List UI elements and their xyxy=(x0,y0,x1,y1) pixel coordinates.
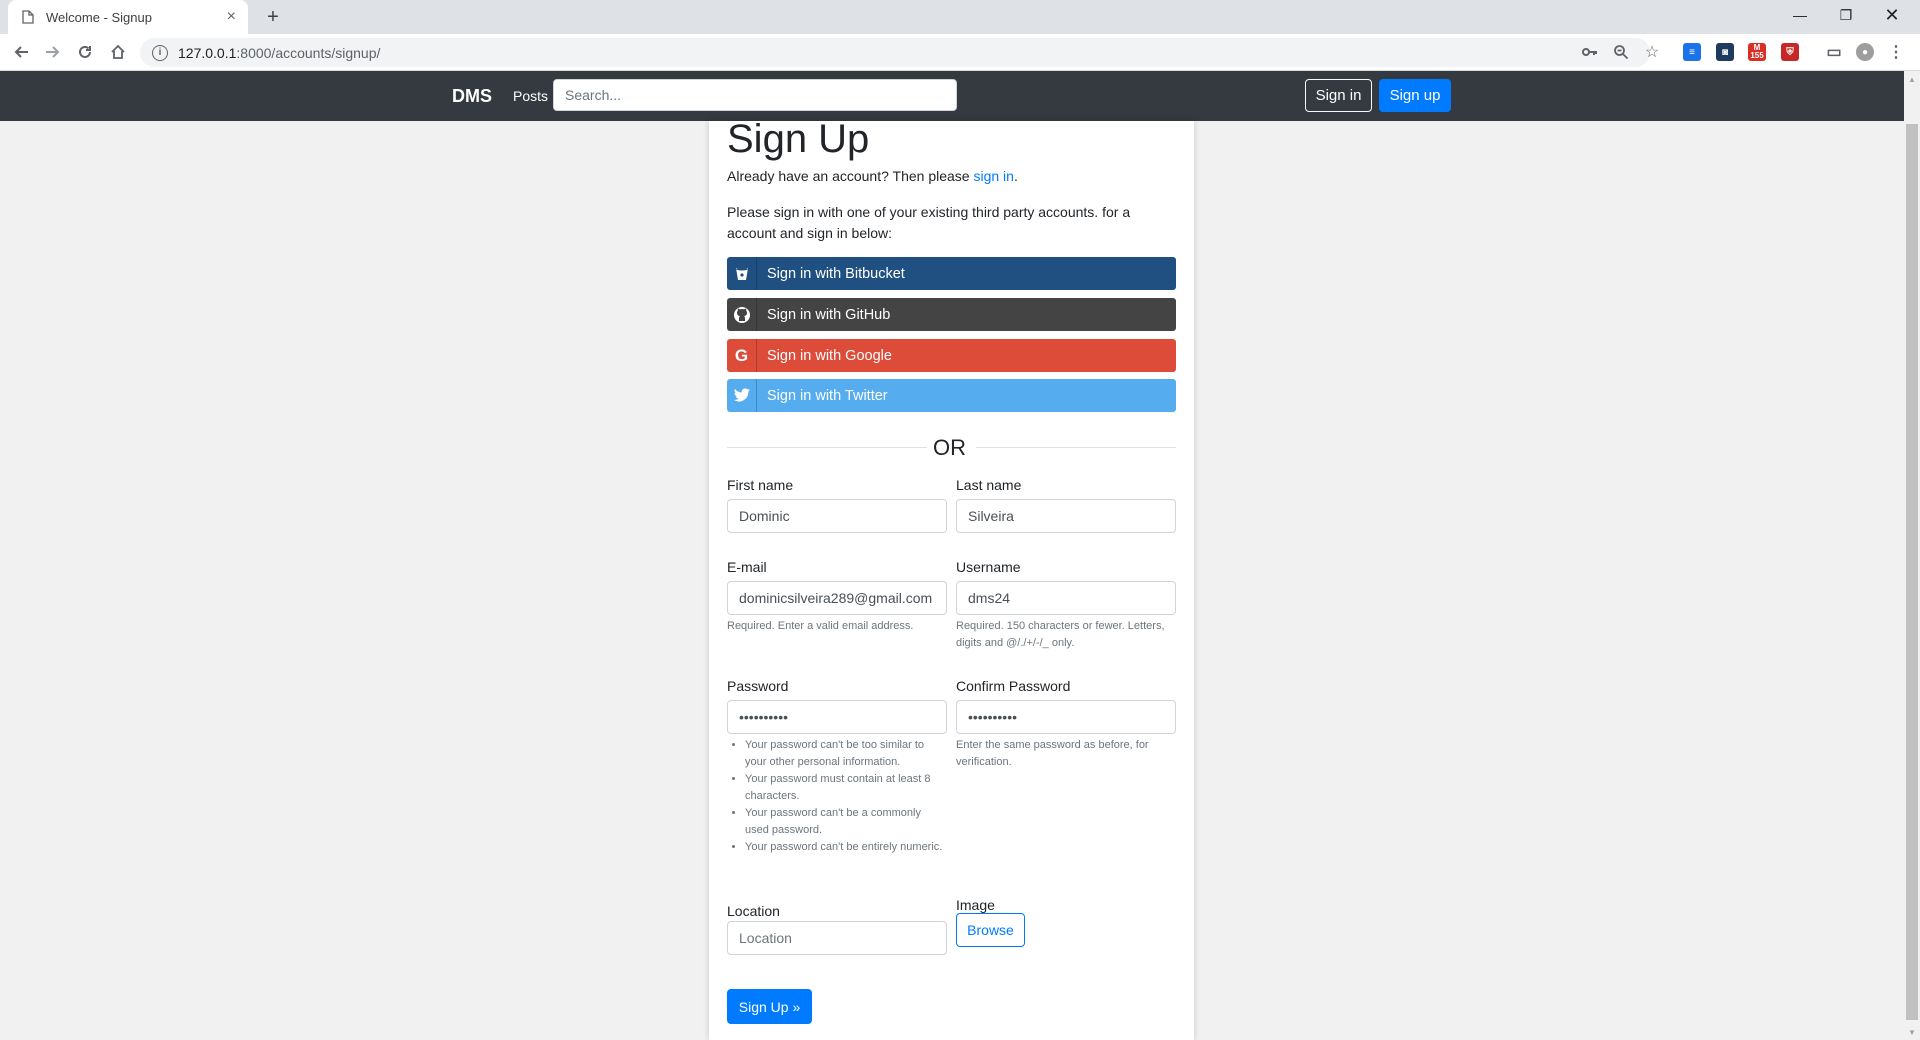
last-name-label: Last name xyxy=(956,477,1022,493)
bitbucket-icon xyxy=(727,257,757,290)
password-help-item: Your password can't be a commonly used p… xyxy=(745,805,947,839)
last-name-field[interactable] xyxy=(956,499,1176,533)
scroll-up-arrow-icon[interactable]: ▲ xyxy=(1904,71,1920,87)
scroll-down-arrow-icon[interactable]: ▼ xyxy=(1904,1024,1920,1040)
bitbucket-signin-button[interactable]: Sign in with Bitbucket xyxy=(727,257,1176,290)
reload-icon[interactable] xyxy=(73,40,97,64)
third-party-note: Please sign in with one of your existing… xyxy=(727,204,1131,241)
gmail-badge: 155 xyxy=(1750,51,1764,60)
first-name-label: First name xyxy=(727,477,794,493)
location-field[interactable] xyxy=(727,921,947,955)
username-help-text: Required. 150 characters or fewer. Lette… xyxy=(956,620,1165,649)
google-signin-label: Sign in with Google xyxy=(767,347,892,364)
zoom-icon[interactable] xyxy=(1609,40,1633,64)
signin-note-prefix: Already have an account? Then please xyxy=(727,168,974,184)
address-bar[interactable]: i 127.0.0.1:8000/accounts/signup/ xyxy=(140,38,1650,67)
page-title: Sign Up xyxy=(727,117,870,161)
forward-icon[interactable] xyxy=(41,40,65,64)
signin-note: Already have an account? Then please sig… xyxy=(727,168,1018,184)
extension-shield-icon[interactable]: ◙ xyxy=(1716,43,1734,61)
google-icon: G xyxy=(727,339,757,372)
password-help-item: Your password must contain at least 8 ch… xyxy=(745,771,947,805)
extension-red-shield-icon[interactable]: ⛨ xyxy=(1781,43,1799,61)
restore-icon[interactable]: ❐ xyxy=(1823,0,1869,30)
username-field[interactable] xyxy=(956,581,1176,615)
nav-posts-link[interactable]: Posts xyxy=(513,88,548,104)
back-icon[interactable] xyxy=(9,40,33,64)
signin-note-suffix: . xyxy=(1013,168,1018,184)
or-divider-text: OR xyxy=(933,435,966,460)
page-scrollbar[interactable]: ▲ ▼ xyxy=(1904,71,1920,1040)
close-window-icon[interactable]: ✕ xyxy=(1869,0,1915,30)
twitter-signin-label: Sign in with Twitter xyxy=(767,387,888,404)
browser-tab[interactable]: Welcome - Signup × xyxy=(8,0,248,34)
key-icon[interactable] xyxy=(1578,40,1602,64)
confirm-password-field[interactable] xyxy=(956,700,1176,734)
confirm-password-help-text: Enter the same password as before, for v… xyxy=(956,739,1149,768)
github-signin-label: Sign in with GitHub xyxy=(767,306,891,323)
close-tab-icon[interactable]: × xyxy=(227,8,236,26)
nav-signup-button[interactable]: Sign up xyxy=(1379,79,1451,112)
browser-tabstrip: Welcome - Signup × + — ❐ ✕ xyxy=(0,0,1920,34)
scroll-thumb[interactable] xyxy=(1906,124,1918,1020)
cast-icon[interactable]: ▭ xyxy=(1825,43,1843,61)
first-name-field[interactable] xyxy=(727,499,947,533)
github-icon xyxy=(727,298,757,331)
page-icon xyxy=(20,9,36,25)
profile-avatar-icon[interactable]: ● xyxy=(1856,43,1874,61)
username-label: Username xyxy=(956,559,1021,575)
email-field[interactable] xyxy=(727,581,947,615)
home-icon[interactable] xyxy=(106,40,130,64)
url-host: 127.0.0.1 xyxy=(178,44,237,61)
image-label: Image xyxy=(956,897,995,913)
password-help-list: Your password can't be too similar to yo… xyxy=(709,737,947,856)
gmail-extension-icon[interactable]: M 155 xyxy=(1748,43,1766,61)
google-signin-button[interactable]: G Sign in with Google xyxy=(727,339,1176,372)
location-label: Location xyxy=(727,903,780,919)
confirm-password-label: Confirm Password xyxy=(956,678,1071,694)
email-help-text: Required. Enter a valid email address. xyxy=(727,620,914,632)
site-info-icon[interactable]: i xyxy=(152,44,168,61)
image-browse-button[interactable]: Browse xyxy=(956,913,1025,947)
signup-submit-button[interactable]: Sign Up » xyxy=(727,989,812,1024)
signup-card: Sign Up Already have an account? Then pl… xyxy=(709,117,1194,1040)
bookmark-star-icon[interactable]: ☆ xyxy=(1640,40,1664,64)
password-help-item: Your password can't be too similar to yo… xyxy=(745,737,947,771)
bitbucket-signin-label: Sign in with Bitbucket xyxy=(767,265,905,282)
password-field[interactable] xyxy=(727,700,947,734)
brand-logo[interactable]: DMS xyxy=(452,86,492,107)
minimize-icon[interactable]: — xyxy=(1777,0,1823,30)
signin-link[interactable]: sign in xyxy=(973,168,1013,184)
tab-title: Welcome - Signup xyxy=(46,9,152,25)
search-input[interactable] xyxy=(553,79,957,111)
twitter-icon xyxy=(727,379,757,412)
twitter-signin-button[interactable]: Sign in with Twitter xyxy=(727,379,1176,412)
menu-kebab-icon[interactable]: ⋮ xyxy=(1887,43,1905,61)
password-help-item: Your password can't be entirely numeric. xyxy=(745,839,947,856)
or-divider-right xyxy=(976,447,1176,448)
browser-toolbar: i 127.0.0.1:8000/accounts/signup/ ☆ ≡ ◙ … xyxy=(0,34,1920,71)
nav-signin-button[interactable]: Sign in xyxy=(1305,79,1372,112)
new-tab-button[interactable]: + xyxy=(262,6,284,28)
password-label: Password xyxy=(727,678,789,694)
or-divider-left xyxy=(727,447,927,448)
email-label: E-mail xyxy=(727,559,767,575)
site-navbar: DMS Posts Sign in Sign up xyxy=(0,71,1904,121)
extension-stack-icon[interactable]: ≡ xyxy=(1683,43,1701,61)
github-signin-button[interactable]: Sign in with GitHub xyxy=(727,298,1176,331)
url-path: :8000/accounts/signup/ xyxy=(236,44,381,61)
